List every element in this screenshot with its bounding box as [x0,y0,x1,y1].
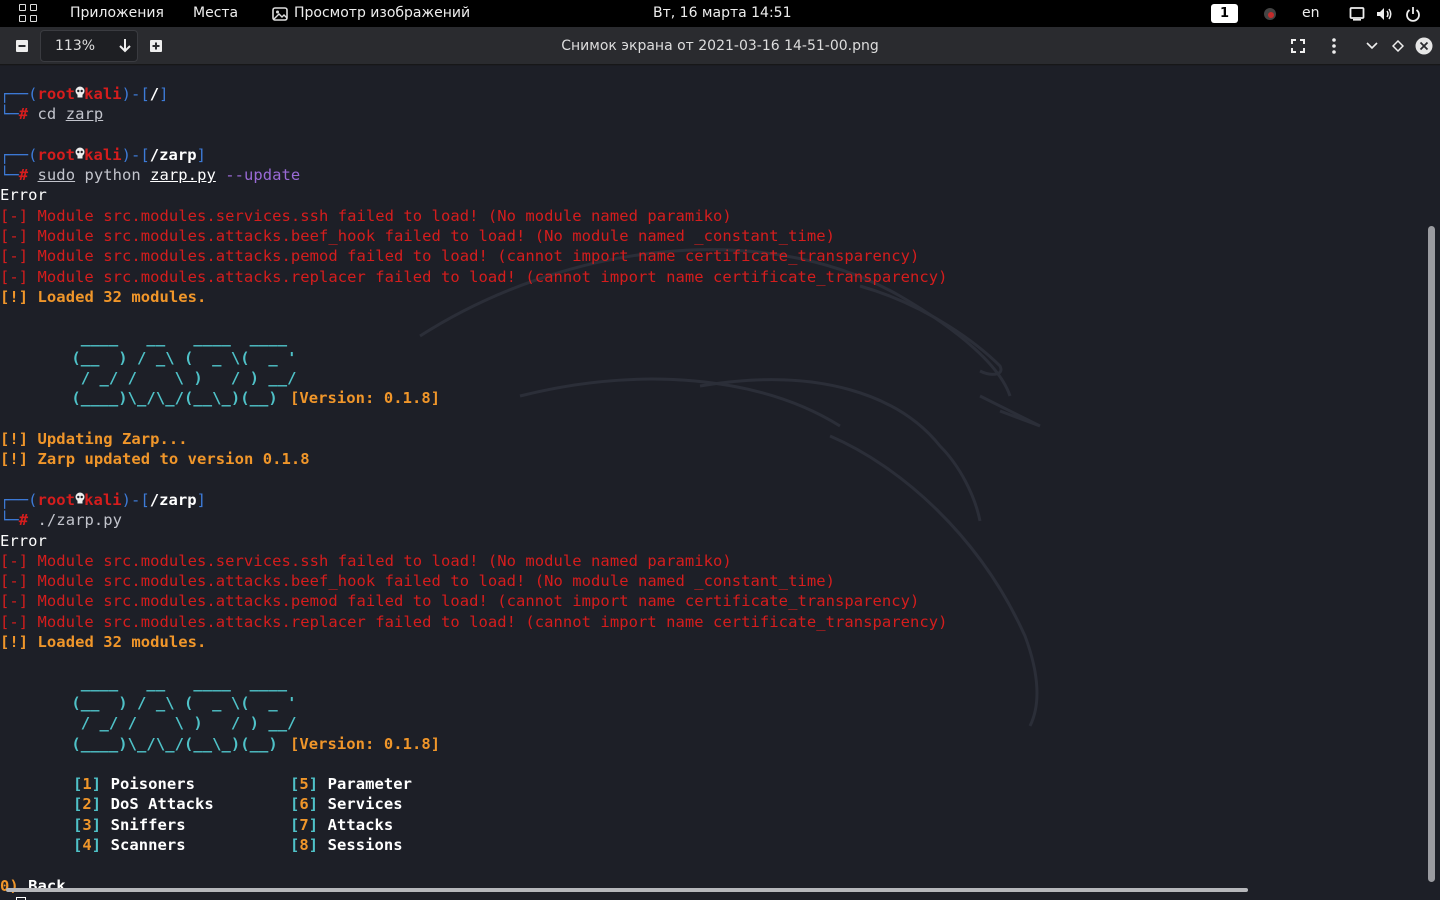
prompt-path: /zarp [149,490,197,509]
horizontal-scrollbar[interactable] [6,888,1248,892]
error-line: [-] Module src.modules.services.ssh fail… [0,206,732,225]
banner-line: ____ __ ____ ____ [62,673,288,692]
clock[interactable]: Вт, 16 марта 14:51 [653,0,791,27]
viewer-header: 113% Снимок экрана от 2021-03-16 14-51-0… [0,27,1440,65]
image-viewer-icon [272,0,288,27]
prompt-line: ┌──(root kali)-[/zarp] [0,490,207,509]
command: ./zarp.py [37,511,122,530]
prompt-path: / [149,85,160,103]
updated-line: [!] Zarp updated to version 0.1.8 [0,450,310,469]
menu-row: [2] DoS Attacks [6] Services [0,794,1420,814]
command-flag: --update [225,166,301,185]
zoom-level-select[interactable]: 113% [40,30,138,62]
prompt-user: root [37,145,76,164]
app-menu[interactable]: Просмотр изображений [294,0,470,27]
banner-line: / _/ / \ ) / ) __/ [62,369,297,388]
menu-item: [6] Services [290,795,403,814]
chevron-down-icon[interactable] [1362,27,1382,65]
top-bar: Приложения Места Просмотр изображений Вт… [0,0,1440,27]
display-icon[interactable] [1349,0,1365,27]
command-line: └─# sudo python zarp.py --update [0,166,301,185]
prompt-path: /zarp [149,145,197,164]
command-arg: zarp.py [150,166,216,185]
prompt-line: ┌──(root kali)-[/] [0,84,169,103]
error-line: [-] Module src.modules.attacks.replacer … [0,267,948,286]
error-line: [-] Module src.modules.attacks.beef_hook… [0,572,835,591]
menu-row: [4] Scanners [8] Sessions [0,835,1420,855]
skull-icon [75,84,85,98]
banner-line: (____)\_/\_/(__\_)(__) [Version: 0.1.8] [62,389,441,408]
places-menu[interactable]: Места [193,0,238,27]
menu-item: [7] Attacks [290,815,394,834]
image-canvas[interactable]: ┌──(root kali)-[/] └─# cd zarp ┌──(root ka… [0,66,1440,900]
error-line: [-] Module src.modules.attacks.replacer … [0,612,948,631]
error-line: [-] Module src.modules.services.ssh fail… [0,551,732,570]
zoom-in-icon[interactable] [146,27,166,65]
banner-line: ____ __ ____ ____ [62,328,288,347]
menu-row: [1] Poisoners [5] Parameter [0,774,1420,794]
close-icon[interactable] [1414,27,1434,65]
notification-icon[interactable] [1262,0,1278,27]
menu-item: [8] Sessions [290,835,403,854]
prompt-host: kali [84,85,122,103]
error-line: [-] Module src.modules.attacks.beef_hook… [0,227,835,246]
banner-line: (____)\_/\_/(__\_)(__) [Version: 0.1.8] [62,734,441,753]
maximize-icon[interactable] [1388,27,1408,65]
error-heading: Error [0,186,47,205]
banner-line: / _/ / \ ) / ) __/ [62,714,297,733]
prompt-line: ┌──(root kali)-[/zarp] [0,145,207,164]
prompt-host: kali [84,490,122,509]
menu-item: [2] DoS Attacks [73,795,214,814]
command: python [84,166,141,185]
loaded-line: [!] Loaded 32 modules. [0,633,207,652]
version-label: [Version: 0.1.8] [290,389,441,408]
banner-line: (__ ) / _\ ( _ \( _ ' [62,348,297,367]
skull-icon [75,490,85,504]
input-prompt: > [0,896,1420,900]
apps-grid-icon[interactable] [19,4,39,24]
menu-item: [3] Sniffers [73,815,186,834]
zoom-out-icon[interactable] [12,27,32,65]
version-label: [Version: 0.1.8] [290,734,441,753]
error-line: [-] Module src.modules.attacks.pemod fai… [0,247,920,266]
menu-icon[interactable] [1324,27,1344,65]
workspace-indicator[interactable]: 1 [1211,4,1238,23]
skull-icon [75,145,85,159]
command: cd [37,105,57,124]
back-option: 0) Back [0,876,66,895]
window-title: Снимок экрана от 2021-03-16 14-51-00.png [561,38,879,54]
zoom-level-value: 113% [55,38,96,54]
power-icon[interactable] [1405,0,1421,27]
command-sudo: sudo [37,166,76,185]
loaded-line: [!] Loaded 32 modules. [0,287,207,306]
menu-item: [5] Parameter [290,775,412,794]
volume-icon[interactable] [1376,0,1394,27]
command-line: └─# ./zarp.py [0,511,122,530]
menu-item: [1] Poisoners [73,775,195,794]
prompt-host: kali [84,145,122,164]
zoom-dropdown-icon[interactable] [117,37,133,55]
terminal-output: ┌──(root kali)-[/] └─# cd zarp ┌──(root ka… [0,84,1420,900]
prompt-user: root [37,85,76,103]
fullscreen-icon[interactable] [1288,27,1308,65]
language-indicator[interactable]: en [1302,0,1320,27]
menu-row: [3] Sniffers [7] Attacks [0,815,1420,835]
error-heading: Error [0,531,47,550]
error-line: [-] Module src.modules.attacks.pemod fai… [0,592,920,611]
command-arg: zarp [65,105,104,124]
command-line: └─# cd zarp [0,105,104,124]
menu-item: [4] Scanners [73,835,186,854]
prompt-user: root [37,490,76,509]
applications-menu[interactable]: Приложения [70,0,164,27]
banner-line: (__ ) / _\ ( _ \( _ ' [62,693,297,712]
updating-line: [!] Updating Zarp... [0,430,188,449]
vertical-scrollbar[interactable] [1428,226,1435,882]
